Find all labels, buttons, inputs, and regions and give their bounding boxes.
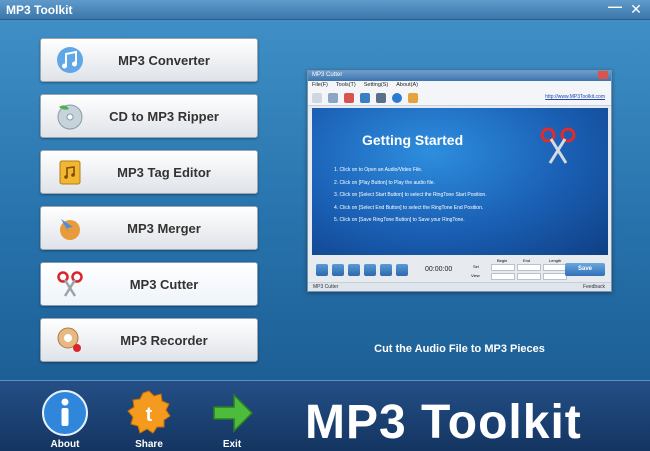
preview-scissors-icon [540, 127, 576, 164]
preview-save-icon [328, 92, 338, 103]
about-label: About [50, 439, 80, 450]
mp3-cutter-button[interactable]: MP3 Cutter [40, 262, 258, 306]
preview-grid-cell [491, 264, 515, 271]
scissors-icon [55, 269, 85, 299]
preview-play-icon [316, 264, 328, 276]
preview-menu-bar: File(F) Tools(T) Setting(S) About(A) [308, 81, 611, 90]
preview-user-icon [408, 92, 418, 103]
music-note-icon [55, 45, 85, 75]
preview-selection-grid: Begin End Length Sel View [465, 258, 570, 281]
preview-steps: 1. Click on to Open an Audio/Video File.… [334, 164, 487, 227]
mp3-tag-editor-button[interactable]: MP3 Tag Editor [40, 150, 258, 194]
preview-grid-view: View [471, 273, 480, 278]
preview-step: 4. Click on [Select End Button] to selec… [334, 204, 484, 211]
brand-title: MP3 Toolkit [305, 396, 582, 449]
mp3-converter-button[interactable]: MP3 Converter [40, 38, 258, 82]
cd-to-mp3-ripper-label: CD to MP3 Ripper [109, 108, 219, 124]
feature-caption: Cut the Audio File to MP3 Pieces [374, 343, 545, 355]
preview-menu-tools: Tools(T) [335, 82, 356, 88]
preview-status-text: MP3 Cutter [313, 284, 339, 290]
preview-disk-icon [376, 92, 386, 103]
tag-music-icon [55, 157, 85, 187]
mp3-recorder-label: MP3 Recorder [120, 332, 208, 348]
preview-status-bar: MP3 Cutter Feedback [308, 282, 611, 291]
share-button[interactable]: t Share [121, 389, 177, 451]
record-microphone-icon [55, 325, 85, 355]
title-bar: MP3 Toolkit — ✕ [0, 0, 650, 20]
merge-arrow-icon [55, 213, 85, 243]
preview-title: MP3 Cutter [312, 72, 343, 78]
mp3-merger-label: MP3 Merger [127, 220, 201, 236]
preview-rewind-icon [348, 264, 360, 276]
preview-step: 5. Click on [Save RingTone Button] to Sa… [334, 217, 465, 223]
preview-step: 2. Click on [Play Button] to Play the au… [334, 179, 435, 186]
preview-player-controls: 00:00:00 Begin End Length Sel View Save [312, 257, 608, 283]
preview-getting-started-panel: Getting Started 1. Click on to Open an A… [312, 108, 608, 255]
preview-grid-begin: Begin [497, 258, 508, 263]
preview-grid-end: End [523, 258, 531, 263]
cd-disc-icon [55, 101, 85, 131]
preview-title-bar: MP3 Cutter [308, 71, 611, 81]
preview-feedback-link: Feedback [583, 284, 605, 290]
share-badge-icon: t [125, 389, 173, 437]
exit-button[interactable]: Exit [204, 389, 260, 451]
footer-bar: About t Share Exit MP3 Toolkit [0, 380, 650, 451]
preview-menu-setting: Setting(S) [363, 82, 389, 88]
preview-grid-sel: Sel [473, 264, 479, 269]
window-title: MP3 Toolkit [6, 3, 73, 17]
preview-close-icon [598, 71, 608, 79]
mp3-converter-label: MP3 Converter [118, 52, 210, 68]
preview-step: 1. Click on to Open an Audio/Video File. [334, 167, 423, 173]
preview-grid-cell [543, 264, 567, 271]
exit-label: Exit [222, 439, 242, 450]
preview-info-icon [392, 92, 402, 103]
preview-stop-icon [332, 264, 344, 276]
mp3-recorder-button[interactable]: MP3 Recorder [40, 318, 258, 362]
preview-start-icon [364, 264, 376, 276]
mp3-merger-button[interactable]: MP3 Merger [40, 206, 258, 250]
mp3-tag-editor-label: MP3 Tag Editor [117, 164, 211, 180]
preview-toolbar: http://www.MP3Toolkit.com [308, 90, 611, 106]
svg-text:t: t [146, 404, 153, 426]
preview-grid-cell [517, 264, 541, 271]
preview-grid-length: Length [549, 258, 562, 263]
share-label: Share [135, 439, 163, 450]
close-button[interactable]: ✕ [628, 1, 644, 18]
minimize-button[interactable]: — [607, 0, 623, 14]
about-button[interactable]: About [37, 389, 93, 451]
info-icon [41, 389, 89, 437]
preview-grid-cell [517, 273, 541, 280]
exit-arrow-icon [208, 389, 256, 437]
preview-next-icon [396, 264, 408, 276]
preview-heading: Getting Started [362, 132, 464, 148]
preview-save-button: Save [565, 263, 605, 276]
mp3-cutter-preview: MP3 Cutter File(F) Tools(T) Setting(S) A… [307, 70, 612, 292]
preview-cut-icon [344, 92, 354, 103]
preview-grid-cell [543, 273, 567, 280]
cd-to-mp3-ripper-button[interactable]: CD to MP3 Ripper [40, 94, 258, 138]
main-panel: MP3 Converter CD to MP3 Ripper MP3 Tag E… [0, 20, 650, 380]
preview-menu-file: File(F) [312, 82, 328, 88]
mp3-cutter-label: MP3 Cutter [129, 276, 199, 292]
preview-url-link: http://www.MP3Toolkit.com [545, 94, 605, 100]
preview-open-icon [312, 92, 322, 103]
preview-end-icon [380, 264, 392, 276]
preview-time: 00:00:00 [425, 266, 453, 273]
preview-grid-cell [491, 273, 515, 280]
preview-window-icon [360, 92, 370, 103]
preview-step: 3. Click on [Select Start Button] to sel… [334, 192, 487, 198]
preview-menu-about: About(A) [396, 82, 418, 88]
